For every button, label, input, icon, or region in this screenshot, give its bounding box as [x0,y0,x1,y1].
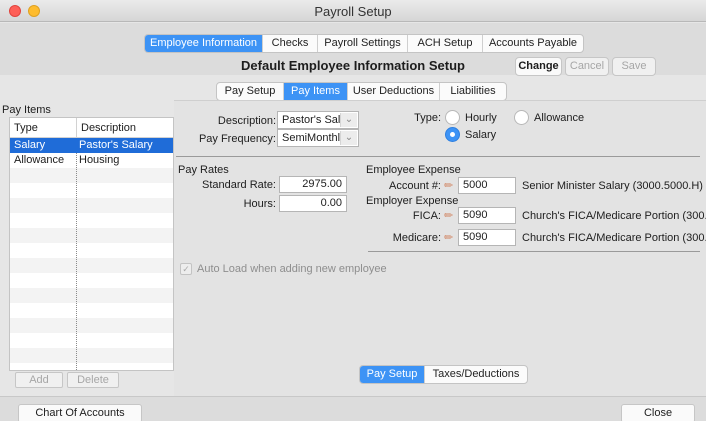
chevron-down-icon: ⌄ [340,131,357,145]
tab-pay-items[interactable]: Pay Items [284,83,348,100]
empty-row [10,288,173,303]
window-title: Payroll Setup [314,4,392,19]
radio-hourly-label: Hourly [465,112,497,124]
pay-frequency-select[interactable]: SemiMonthly ⌄ [277,129,359,147]
radio-allowance-label: Allowance [534,112,585,124]
tab-checks[interactable]: Checks [263,35,318,52]
tab-taxes-deductions[interactable]: Taxes/Deductions [425,366,527,383]
bottom-tabs: Pay Setup Taxes/Deductions [359,365,528,384]
empty-row [10,318,173,333]
main-tabs: Employee Information Checks Payroll Sett… [144,34,584,53]
title-bar: Payroll Setup [0,0,706,22]
autoload-checkbox[interactable]: ✓ [180,263,192,275]
empty-row [10,348,173,363]
chevron-down-icon: ⌄ [340,113,357,127]
medicare-label: Medicare: [392,232,441,244]
pencil-icon[interactable]: ✏ [444,231,453,244]
tab-pay-setup-bottom[interactable]: Pay Setup [360,366,425,383]
radio-salary[interactable] [445,127,460,142]
pencil-icon[interactable]: ✏ [444,209,453,222]
pay-item-detail-pane: Description: Pastor's Salary ⌄ Pay Frequ… [174,100,706,396]
table-row[interactable]: Allowance Housing [10,153,173,168]
standard-rate-label: Standard Rate: [202,179,276,191]
radio-salary-label: Salary [465,129,497,141]
hours-label: Hours: [243,198,276,210]
employer-expense-label: Employer Expense [366,195,459,207]
fica-label: FICA: [412,210,441,222]
row-description: Pastor's Salary [79,139,153,151]
empty-row [10,168,173,183]
change-button[interactable]: Change [515,57,562,76]
radio-allowance[interactable] [514,110,529,125]
autoload-label: Auto Load when adding new employee [197,263,387,275]
account-description: Senior Minister Salary (3000.5000.H) [522,180,703,192]
fica-field[interactable]: 5090 [458,207,516,224]
tab-user-deductions[interactable]: User Deductions [348,83,440,100]
employee-expense-label: Employee Expense [366,164,461,176]
tab-payroll-settings[interactable]: Payroll Settings [318,35,408,52]
delete-button[interactable]: Delete [67,372,119,388]
column-header-description[interactable]: Description [76,118,136,138]
save-button[interactable]: Save [612,57,656,76]
description-select[interactable]: Pastor's Salary ⌄ [277,111,359,129]
close-button[interactable]: Close [621,404,695,421]
pay-items-label: Pay Items [2,104,51,116]
pay-items-table[interactable]: Type Description Salary Pastor's Salary … [9,117,174,371]
tab-accounts-payable[interactable]: Accounts Payable [483,35,583,52]
page-title: Default Employee Information Setup [241,58,465,73]
row-type: Salary [14,139,46,151]
sub-tabs: Pay Setup Pay Items User Deductions Liab… [216,82,507,101]
fica-description: Church's FICA/Medicare Portion (300... [522,210,706,222]
medicare-field[interactable]: 5090 [458,229,516,246]
tab-liabilities[interactable]: Liabilities [440,83,506,100]
pay-rates-label: Pay Rates [178,164,229,176]
account-field[interactable]: 5000 [458,177,516,194]
pay-frequency-label: Pay Frequency: [198,133,276,145]
tab-ach-setup[interactable]: ACH Setup [408,35,483,52]
column-header-type[interactable]: Type [14,122,38,134]
chart-of-accounts-button[interactable]: Chart Of Accounts [18,404,142,421]
empty-row [10,258,173,273]
divider [368,251,700,252]
radio-hourly[interactable] [445,110,460,125]
divider [176,156,700,157]
cancel-button[interactable]: Cancel [565,57,609,76]
pay-frequency-value: SemiMonthly [282,132,346,144]
standard-rate-field[interactable]: 2975.00 [279,176,347,193]
tab-pay-setup[interactable]: Pay Setup [217,83,284,100]
description-label: Description: [217,115,276,127]
column-divider [76,153,77,370]
account-label: Account #: [389,180,441,192]
pencil-icon[interactable]: ✏ [444,179,453,192]
hours-field[interactable]: 0.00 [279,195,347,212]
row-type: Allowance [14,154,65,166]
row-description: Housing [79,154,120,166]
table-row[interactable]: Salary Pastor's Salary [10,138,173,153]
empty-row [10,198,173,213]
add-button[interactable]: Add [15,372,63,388]
empty-row [10,228,173,243]
type-label: Type: [414,112,441,124]
table-header: Type Description [10,118,173,138]
tab-employee-information[interactable]: Employee Information [145,35,263,52]
medicare-description: Church's FICA/Medicare Portion (300... [522,232,706,244]
